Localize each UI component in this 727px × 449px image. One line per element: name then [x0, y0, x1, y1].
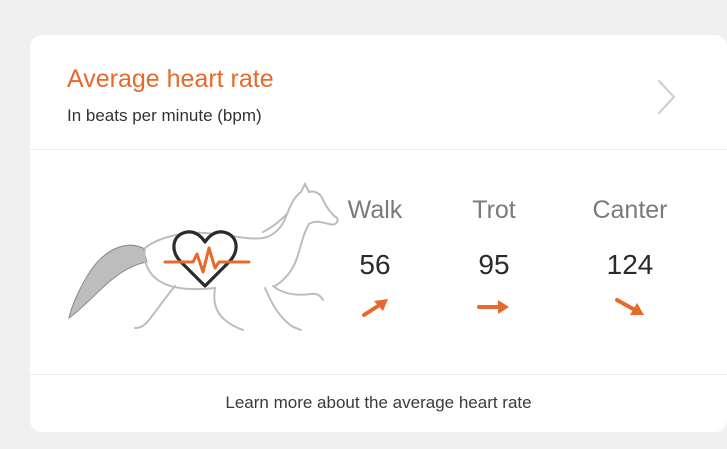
gait-value: 95 [478, 249, 510, 280]
card-header[interactable]: Average heart rate In beats per minute (… [30, 35, 727, 149]
gait-trot: Trot 95 [434, 195, 554, 319]
gait-label: Walk [347, 196, 403, 224]
horse-heart-rate-icon [68, 181, 339, 331]
gait-value: 56 [359, 249, 391, 280]
learn-more-link[interactable]: Learn more about the average heart rate [30, 374, 727, 432]
gait-label: Trot [472, 196, 516, 224]
chevron-right-icon[interactable] [650, 77, 680, 117]
arrow-right-icon [477, 300, 509, 314]
heart-rate-card: Average heart rate In beats per minute (… [30, 35, 727, 432]
header-divider [30, 149, 727, 150]
arrow-up-right-icon [362, 299, 388, 317]
gait-walk: Walk 56 [315, 195, 435, 319]
card-subtitle: In beats per minute (bpm) [67, 106, 262, 125]
gait-value: 124 [606, 249, 654, 280]
gait-canter: Canter 124 [570, 195, 690, 319]
gait-label: Canter [592, 196, 668, 224]
arrow-down-right-icon [615, 298, 644, 315]
card-title: Average heart rate [67, 65, 274, 93]
